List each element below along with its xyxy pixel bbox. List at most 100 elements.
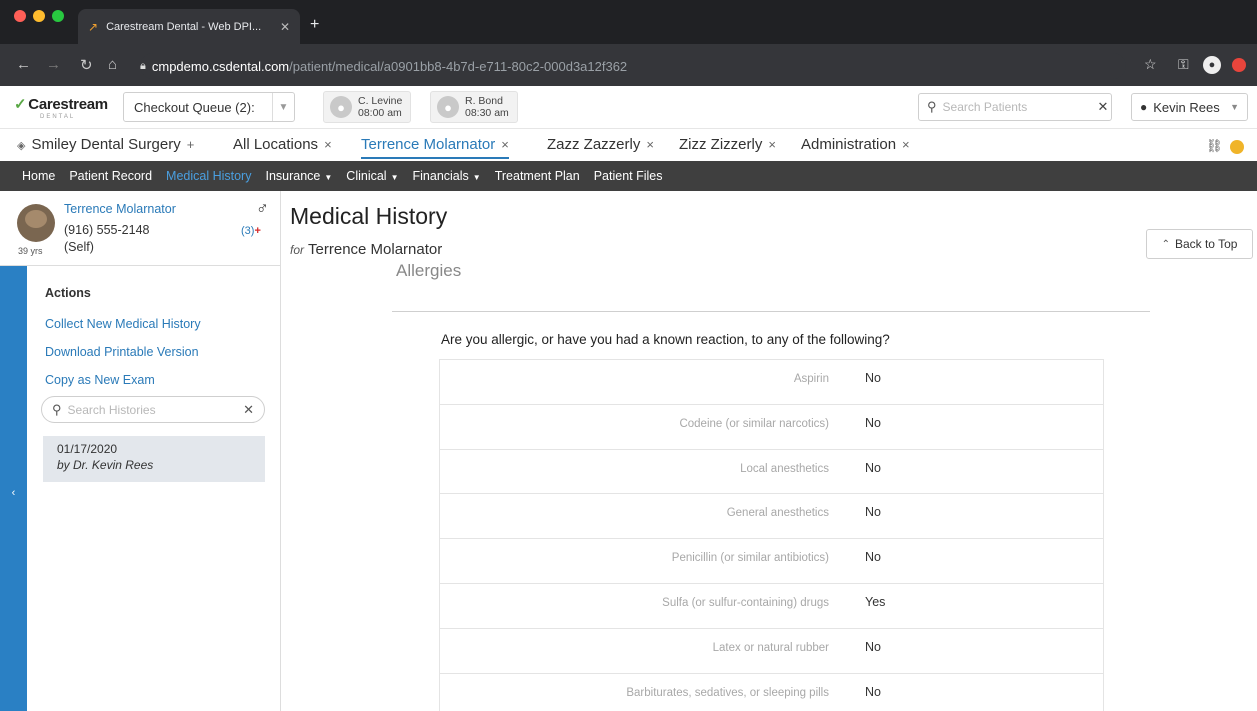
browser-tab[interactable]: ↗ Carestream Dental - Web DPI... ✕ — [78, 9, 300, 44]
actions-heading: Actions — [45, 286, 91, 300]
back-to-top-button[interactable]: ⌃ Back to Top — [1146, 229, 1253, 259]
allergy-label: General anesthetics — [726, 507, 829, 520]
patient-phone: (916) 555-2148 — [64, 223, 150, 237]
nav-clinical-label: Clinical — [346, 169, 387, 183]
url-host: cmpdemo.csdental.com — [151, 58, 290, 74]
history-list-item[interactable]: 01/17/2020 by Dr. Kevin Rees — [43, 436, 265, 482]
medical-cross-icon: + — [254, 225, 261, 237]
search-icon: ⚲ — [927, 99, 937, 114]
caret-down-icon: ▼ — [390, 173, 399, 182]
nav-patient-record[interactable]: Patient Record — [69, 169, 152, 183]
appointment-chip[interactable]: ● R. Bond 08:30 am — [430, 91, 518, 123]
nav-financials[interactable]: Financials ▼ — [413, 169, 481, 183]
browser-toolbar: ← → ↻ ⌂ 🔒︎ cmpdemo.csdental.com/patient/… — [0, 44, 1257, 86]
tab-patient-zazz[interactable]: Zazz Zazzerly × — [547, 136, 654, 153]
allergy-answer: Yes — [865, 594, 886, 609]
page-title: Medical History — [290, 203, 448, 229]
nav-clinical[interactable]: Clinical ▼ — [346, 169, 398, 183]
address-bar[interactable]: 🔒︎ cmpdemo.csdental.com/patient/medical/… — [140, 53, 1126, 79]
patient-search-input[interactable] — [942, 100, 1098, 114]
collect-new-history-link[interactable]: Collect New Medical History — [45, 317, 201, 331]
copy-as-new-exam-link[interactable]: Copy as New Exam — [45, 373, 155, 387]
checkout-queue-select[interactable]: Checkout Queue (2): ▼ — [123, 92, 295, 122]
close-tab-icon[interactable]: × — [324, 137, 332, 152]
person-avatar-icon: ● — [330, 96, 352, 118]
tab-administration[interactable]: Administration × — [801, 136, 910, 153]
profile-avatar-icon[interactable]: ● — [1203, 56, 1221, 74]
close-tab-icon[interactable]: × — [768, 137, 776, 152]
for-label: for — [290, 243, 305, 257]
checkout-queue-label: Checkout Queue (2): — [134, 99, 255, 115]
nav-treatment-plan[interactable]: Treatment Plan — [495, 169, 580, 183]
nav-patient-files[interactable]: Patient Files — [594, 169, 663, 183]
nav-financials-label: Financials — [412, 169, 469, 183]
nav-medical-history[interactable]: Medical History — [166, 169, 251, 183]
appointment-name: C. Levine — [358, 95, 403, 107]
shield-icon: ◈ — [17, 140, 26, 152]
clear-search-icon[interactable]: ✕ — [1098, 99, 1109, 115]
add-tab-icon[interactable]: + — [187, 137, 195, 152]
url-path: /patient/medical/a0901bb8-4b7d-e711-80c2… — [289, 58, 628, 74]
notification-icon[interactable] — [1230, 140, 1244, 154]
tab-all-locations[interactable]: All Locations × — [233, 136, 332, 153]
extension-icon[interactable] — [1232, 58, 1246, 72]
download-printable-link[interactable]: Download Printable Version — [45, 345, 199, 359]
minimize-window-button[interactable] — [33, 10, 45, 22]
appointment-chip[interactable]: ● C. Levine 08:00 am — [323, 91, 412, 123]
tab-patient-zizz[interactable]: Zizz Zizzerly × — [679, 136, 776, 153]
user-menu[interactable]: ● Kevin Rees ▼ — [1131, 93, 1248, 121]
link-icon[interactable]: ⛓ — [1206, 138, 1223, 154]
person-avatar-icon: ● — [437, 96, 459, 118]
close-tab-icon[interactable]: × — [902, 137, 910, 152]
allergy-label: Barbiturates, sedatives, or sleeping pil… — [626, 686, 829, 699]
history-search-box: ⚲ ✕ — [41, 396, 265, 423]
app-header: ✓ Carestream DENTAL Checkout Queue (2): ▼… — [0, 86, 1257, 129]
nav-home[interactable]: Home — [22, 169, 55, 183]
allergy-answer: No — [865, 505, 881, 520]
male-gender-icon: ♂ — [256, 199, 269, 218]
logo-subtext: DENTAL — [40, 114, 76, 120]
main-nav: Home Patient Record Medical History Insu… — [0, 161, 1257, 191]
medical-alerts[interactable]: (3)+ — [241, 225, 261, 237]
nav-insurance[interactable]: Insurance ▼ — [265, 169, 332, 183]
carestream-logo[interactable]: ✓ Carestream — [14, 95, 108, 113]
allergy-question: Are you allergic, or have you had a know… — [441, 332, 890, 347]
allergy-answer: No — [865, 550, 881, 565]
chevron-down-icon[interactable]: ▼ — [272, 93, 294, 121]
tab-location-smiley[interactable]: ◈ Smiley Dental Surgery + — [17, 136, 194, 153]
allergy-answer: No — [865, 371, 881, 385]
back-arrow-icon[interactable]: ← — [16, 56, 31, 73]
tab-label: Zizz Zizzerly — [679, 136, 763, 153]
allergy-label: Aspirin — [793, 373, 829, 385]
clear-search-icon[interactable]: ✕ — [243, 402, 254, 418]
patient-photo — [17, 204, 55, 242]
close-tab-icon[interactable]: × — [646, 137, 654, 152]
nav-insurance-label: Insurance — [265, 169, 321, 183]
collapse-sidebar-chevron-icon[interactable]: ‹ — [0, 480, 27, 506]
caret-down-icon: ▼ — [324, 173, 333, 182]
history-search-input[interactable] — [67, 402, 244, 417]
forward-arrow-icon[interactable]: → — [46, 56, 61, 73]
subtitle-patient-name: Terrence Molarnator — [308, 241, 443, 258]
sidebar: Actions Collect New Medical History Down… — [27, 266, 281, 711]
history-author: by Dr. Kevin Rees — [57, 458, 154, 472]
tab-patient-terrence[interactable]: Terrence Molarnator × — [361, 136, 509, 159]
appointment-time: 08:30 am — [465, 107, 509, 119]
new-tab-button[interactable]: + — [310, 16, 319, 34]
section-heading: Allergies — [396, 261, 462, 280]
maximize-window-button[interactable] — [52, 10, 64, 22]
tab-label: Zazz Zazzerly — [547, 136, 641, 153]
bookmark-star-icon[interactable]: ☆ — [1144, 56, 1157, 73]
carestream-favicon-icon: ↗ — [88, 19, 99, 34]
patient-search-box: ⚲ ✕ — [918, 93, 1112, 121]
key-icon[interactable]: ⚿ — [1178, 56, 1189, 73]
user-name: Kevin Rees — [1153, 99, 1220, 115]
home-icon[interactable]: ⌂ — [108, 56, 117, 73]
close-window-button[interactable] — [14, 10, 26, 22]
reload-icon[interactable]: ↻ — [80, 56, 93, 74]
logo-text: Carestream — [28, 96, 108, 113]
patient-name-link[interactable]: Terrence Molarnator — [64, 202, 176, 216]
close-tab-icon[interactable]: ✕ — [280, 20, 290, 34]
user-icon: ● — [1140, 100, 1148, 114]
close-tab-icon[interactable]: × — [501, 137, 509, 152]
